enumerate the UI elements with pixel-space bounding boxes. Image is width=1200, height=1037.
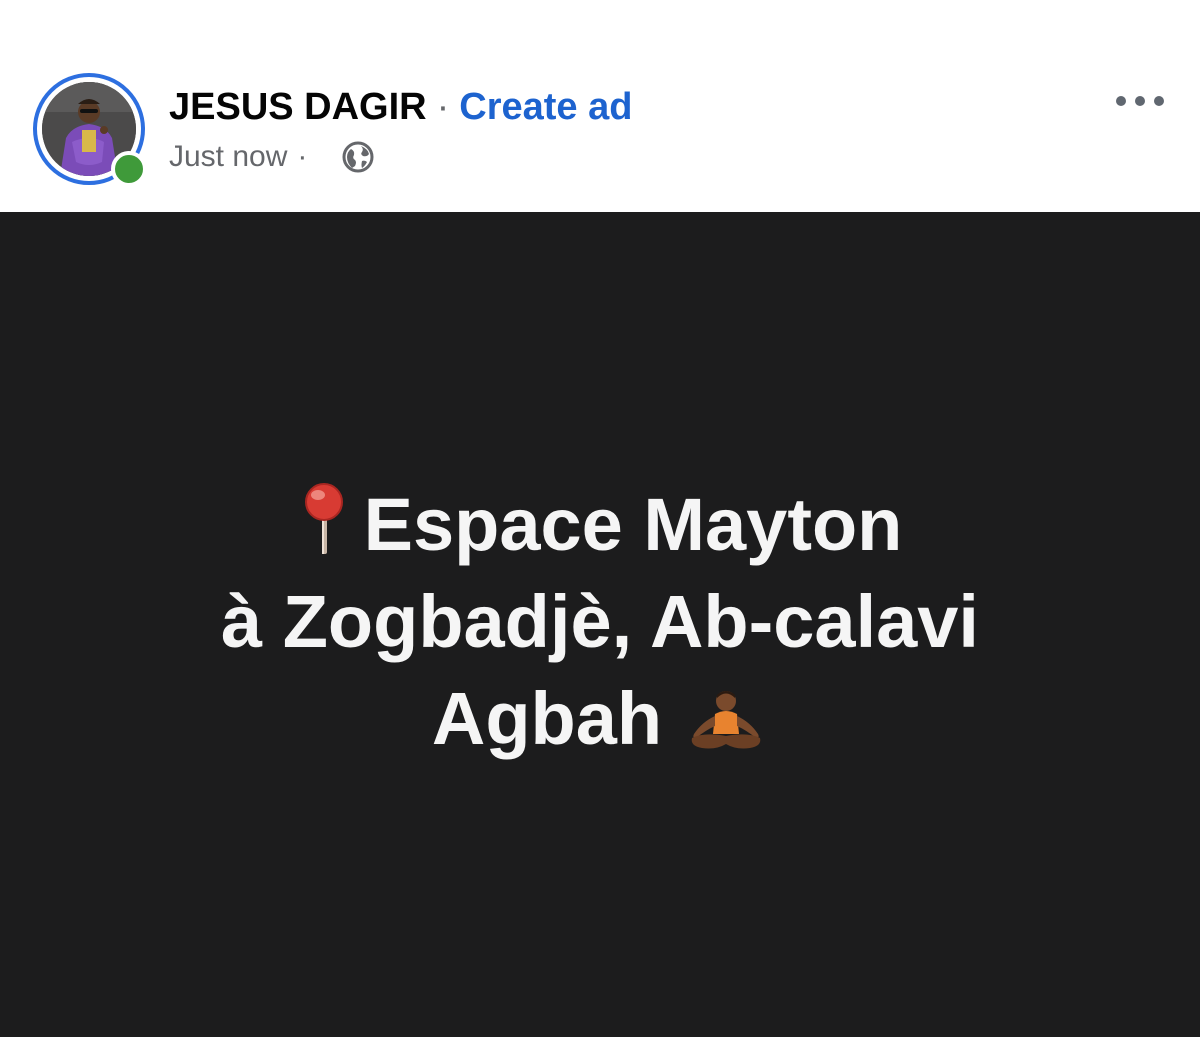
post-timestamp[interactable]: Just now: [169, 140, 287, 173]
more-options-button[interactable]: [1108, 84, 1172, 118]
round-pushpin-icon: [304, 483, 343, 554]
create-ad-link[interactable]: Create ad: [459, 86, 632, 128]
post-header: JESUS DAGIR · Create ad Just now ·: [0, 0, 1200, 212]
post-line-3-text: Agbah: [431, 677, 663, 760]
name-separator: ·: [436, 86, 450, 128]
post-text: Espace Mayton à Zogbadjè, Ab-calavi Agba…: [0, 476, 1200, 767]
post-line-1: Espace Mayton: [0, 476, 1200, 573]
post-meta: Just now ·: [169, 138, 317, 176]
author-line: JESUS DAGIR · Create ad: [169, 84, 632, 130]
person-in-lotus-position-icon: [691, 691, 761, 749]
post-line-1-text: Espace Mayton: [363, 483, 903, 566]
post-line-2: à Zogbadjè, Ab-calavi: [221, 580, 979, 663]
online-status-dot: [111, 151, 147, 187]
meta-separator: ·: [297, 140, 308, 173]
author-name[interactable]: JESUS DAGIR: [169, 86, 427, 128]
author-avatar[interactable]: [33, 73, 147, 187]
facebook-post: JESUS DAGIR · Create ad Just now · Espace M: [0, 0, 1200, 1037]
globe-icon[interactable]: [342, 141, 374, 173]
post-line-3: Agbah: [0, 670, 1200, 767]
post-text-background: Espace Mayton à Zogbadjè, Ab-calavi Agba…: [0, 212, 1200, 1037]
